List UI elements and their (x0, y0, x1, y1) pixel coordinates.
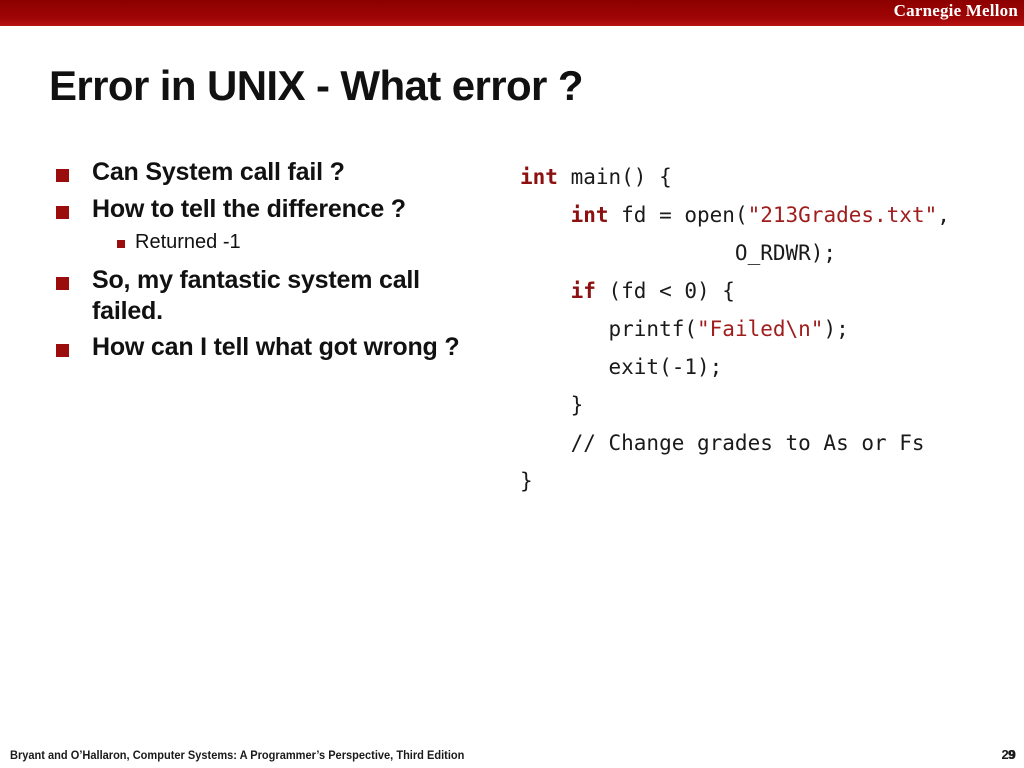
page-title: Error in UNIX - What error ? (49, 62, 584, 109)
bullet-label: Can System call fail ? (92, 158, 345, 186)
small-square-bullet-icon (117, 240, 125, 248)
code-line: O_RDWR); (520, 234, 950, 272)
square-bullet-icon (56, 277, 69, 290)
code-text: ); (823, 317, 849, 341)
bullet-item: Returned -1 (50, 230, 490, 255)
bullet-label: How can I tell what got wrong ? (92, 333, 460, 361)
bullet-item: Can System call fail ? (50, 157, 490, 188)
top-banner: Carnegie Mellon (0, 0, 1024, 26)
bullet-label: How to tell the difference ? (92, 194, 406, 223)
page-number: 9 29 (982, 747, 1016, 765)
code-line: if (fd < 0) { (520, 272, 950, 310)
code-text: } (520, 393, 584, 417)
carnegie-mellon-brand: Carnegie Mellon (893, 1, 1018, 20)
bullet-item: So, my fantastic system call failed. (50, 265, 490, 326)
code-keyword: if (570, 279, 596, 303)
code-line: // Change grades to As or Fs (520, 424, 950, 462)
code-text: exit(-1); (520, 355, 723, 379)
bullet-list: Can System call fail ? How to tell the di… (50, 157, 490, 369)
code-line: printf("Failed\n"); (520, 310, 950, 348)
bullet-item: How can I tell what got wrong ? (50, 332, 490, 363)
square-bullet-icon (56, 205, 69, 219)
code-block: int main() { int fd = open("213Grades.tx… (520, 158, 950, 500)
code-keyword: int (520, 165, 558, 189)
code-text: main() { (557, 165, 672, 189)
code-line: } (520, 462, 950, 500)
code-text: , (937, 203, 950, 227)
square-bullet-icon (56, 344, 69, 357)
square-bullet-icon (56, 169, 69, 182)
code-text: fd = open( (608, 203, 748, 227)
footer-attribution: Bryant and O’Hallaron, Computer Systems:… (10, 748, 465, 762)
bullet-item: How to tell the difference ? (50, 194, 490, 225)
code-line: exit(-1); (520, 348, 950, 386)
code-text: printf( (520, 317, 698, 341)
code-text: } (520, 469, 533, 493)
page-number-value: 29 (1001, 747, 1016, 762)
code-line: int fd = open("213Grades.txt", (520, 196, 950, 234)
code-line: int main() { (520, 158, 950, 196)
code-line: } (520, 386, 950, 424)
code-comment: // Change grades to As or Fs (520, 431, 925, 455)
code-string: "213Grades.txt" (747, 203, 938, 227)
code-string: "Failed\n" (697, 317, 824, 341)
code-keyword: int (570, 203, 609, 227)
bullet-label: Returned -1 (135, 231, 241, 253)
bullet-label: So, my fantastic system call failed. (92, 266, 420, 325)
code-text: (fd < 0) { (595, 279, 735, 303)
code-text: O_RDWR); (520, 241, 837, 265)
